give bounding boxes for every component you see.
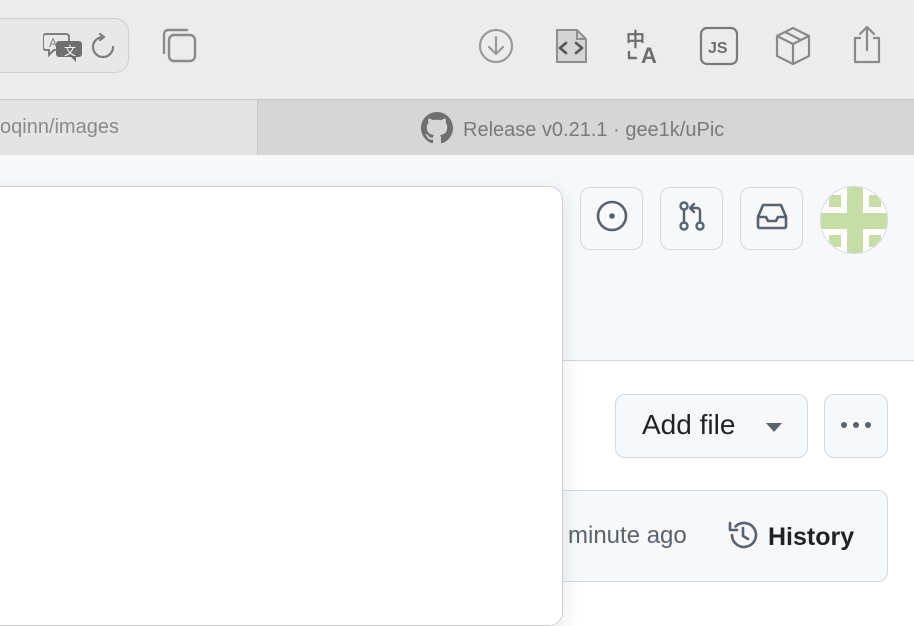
- svg-text:文: 文: [64, 43, 76, 58]
- github-icon: [421, 112, 453, 149]
- history-label: History: [768, 523, 855, 551]
- commit-timestamp: minute ago: [568, 522, 687, 549]
- browser-toolbar: A 文 中 A JS: [0, 0, 914, 99]
- user-avatar[interactable]: [820, 186, 888, 254]
- address-bar[interactable]: A 文: [0, 18, 129, 73]
- userscript-js-icon[interactable]: JS: [699, 26, 739, 66]
- tab-label: voqinn/images: [0, 116, 119, 138]
- translate-icon[interactable]: A 文: [43, 31, 83, 63]
- kebab-horizontal-icon: [839, 417, 873, 435]
- issues-button[interactable]: [580, 187, 643, 250]
- history-icon: [726, 518, 760, 557]
- issues-icon: [595, 199, 629, 238]
- page-source-icon[interactable]: [551, 26, 591, 66]
- svg-text:A: A: [49, 36, 57, 50]
- inbox-button[interactable]: [740, 187, 803, 250]
- js-label: JS: [708, 40, 728, 57]
- share-icon[interactable]: [849, 24, 885, 66]
- chevron-down-icon: [766, 423, 782, 432]
- tab-release-upic[interactable]: Release v0.21.1 · gee1k/uPic: [258, 100, 914, 155]
- popup-panel: [0, 186, 563, 626]
- pull-requests-icon: [675, 199, 709, 238]
- svg-text:A: A: [641, 43, 657, 66]
- tab-overview-icon[interactable]: [160, 26, 198, 64]
- add-file-button[interactable]: Add file: [615, 394, 808, 458]
- extension-box-icon[interactable]: [773, 25, 813, 67]
- add-file-label: Add file: [642, 409, 736, 440]
- reload-icon[interactable]: [89, 33, 117, 61]
- inbox-icon: [754, 199, 790, 238]
- tab-label: Release v0.21.1 · gee1k/uPic: [463, 119, 725, 141]
- history-link[interactable]: History: [726, 518, 854, 557]
- download-icon[interactable]: [477, 27, 515, 65]
- tab-voqinn-images[interactable]: voqinn/images: [0, 100, 258, 155]
- more-options-button[interactable]: [824, 394, 888, 458]
- tab-strip: voqinn/images Release v0.21.1 · gee1k/uP…: [0, 99, 914, 155]
- pull-requests-button[interactable]: [660, 187, 723, 250]
- chinese-translate-icon[interactable]: 中 A: [626, 26, 666, 66]
